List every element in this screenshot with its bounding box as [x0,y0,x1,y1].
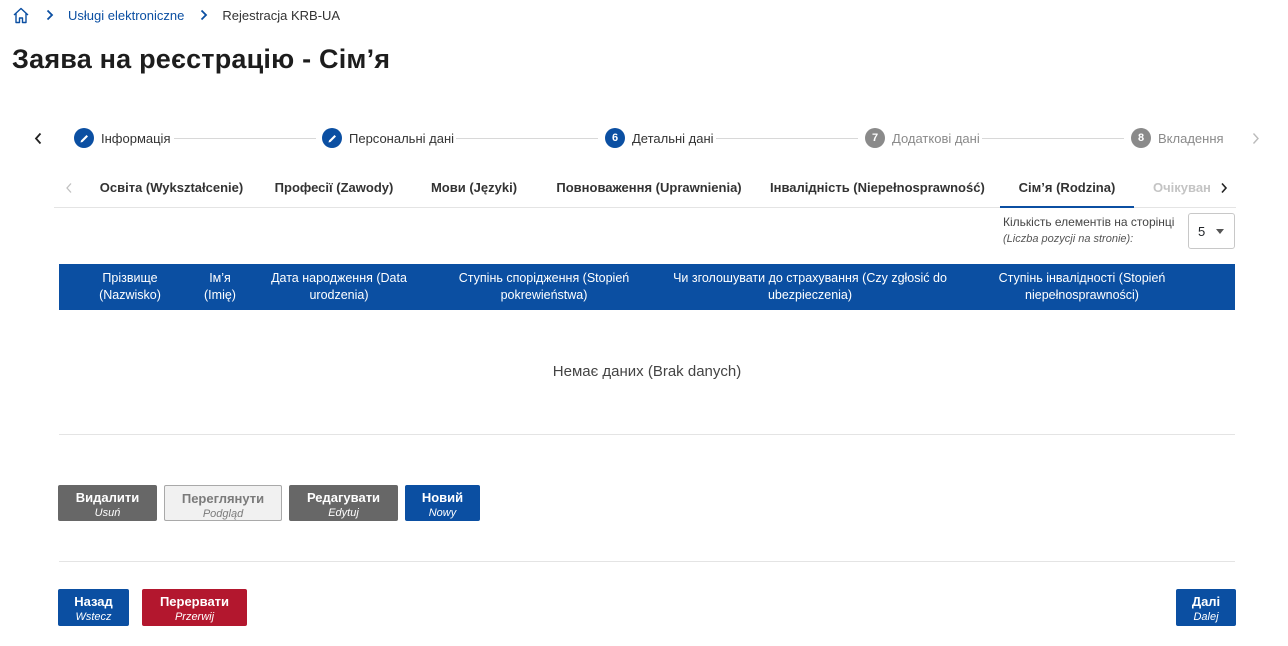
breadcrumb-current: Rejestracja KRB-UA [222,7,341,23]
items-per-page-label: Кількість елементів на сторінці (Liczba … [1003,214,1174,248]
step-label: Детальні дані [632,130,714,146]
column-header-text: ubezpieczenia) [767,288,853,302]
step-personal-data[interactable]: Персональні дані [322,128,454,148]
tab-family[interactable]: Сім’я (Rodzina) [1000,168,1134,208]
column-header-text: Ім’я [209,271,231,285]
breadcrumb: Usługi elektroniczne Rejestracja KRB-UA [12,5,340,25]
column-header-disability-degree[interactable]: Ступінь інвалідності (Stopień niepełnosp… [987,270,1177,304]
view-button-sublabel: Podgląd [202,508,244,520]
page-title: Заява на реєстрацію - Сім’я [12,44,391,74]
step-label: Інформація [101,130,171,146]
abort-button[interactable]: Перервати Przerwij [142,589,247,626]
column-header-text: Ступінь спорідження (Stopień [458,271,630,285]
column-header-text: Дата народження (Data [271,271,407,285]
view-button-label: Переглянути [181,491,265,506]
items-per-page-select[interactable]: 5 [1188,213,1235,249]
tab-languages[interactable]: Мови (Języki) [420,168,528,208]
divider [59,434,1235,435]
edit-button-label: Редагувати [306,490,381,505]
tabs-next-arrow-icon[interactable] [1214,178,1234,198]
column-header-kinship[interactable]: Ступінь спорідження (Stopień pokrewieńst… [449,270,639,304]
wizard-stepper: Інформація Персональні дані 6 Детальні д… [0,124,1288,152]
step-detailed-data[interactable]: 6 Детальні дані [605,128,714,148]
abort-button-label: Перервати [159,594,230,609]
back-button-sublabel: Wstecz [75,611,112,623]
stepper-next-arrow-icon[interactable] [1246,128,1266,148]
back-button-label: Назад [74,594,113,609]
tab-disability[interactable]: Інвалідність (Niepełnosprawność) [770,168,985,208]
column-header-text: (Nazwisko) [99,288,161,302]
divider [59,561,1235,562]
column-header-text: Прізвище [102,271,158,285]
caret-down-icon [1216,229,1224,234]
stepper-prev-arrow-icon[interactable] [28,128,48,148]
step-information[interactable]: Інформація [74,128,171,148]
step-number: 7 [865,128,885,148]
edit-button-sublabel: Edytuj [328,507,359,519]
column-header-text: pokrewieństwa) [500,288,588,302]
column-header-first-name[interactable]: Ім’я (Imię) [195,270,245,304]
items-per-page-value: 5 [1198,223,1206,239]
view-button[interactable]: Переглянути Podgląd [164,485,282,521]
column-header-text: (Imię) [204,288,236,302]
delete-button-sublabel: Usuń [94,507,121,519]
stepper-connector [174,138,316,139]
home-icon[interactable] [12,6,30,24]
items-per-page-label-pl: (Liczba pozycji na stronie): [1003,233,1134,245]
items-per-page-label-uk: Кількість елементів на сторінці [1003,215,1175,229]
stepper-connector [456,138,598,139]
edit-pencil-icon [74,128,94,148]
column-header-text: niepełnosprawności) [1025,288,1139,302]
edit-button[interactable]: Редагувати Edytuj [289,485,398,521]
family-table-header: Прізвище (Nazwisko) Ім’я (Imię) Дата нар… [59,264,1235,310]
column-header-surname[interactable]: Прізвище (Nazwisko) [87,270,173,304]
delete-button[interactable]: Видалити Usuń [58,485,157,521]
tab-education[interactable]: Освіта (Wykształcenie) [90,168,253,208]
step-attachments[interactable]: 8 Вкладення [1131,128,1224,148]
next-button[interactable]: Далі Dalej [1176,589,1236,626]
next-button-label: Далі [1191,594,1221,609]
step-additional-data[interactable]: 7 Додаткові дані [865,128,980,148]
abort-button-sublabel: Przerwij [174,611,215,623]
step-number: 8 [1131,128,1151,148]
stepper-connector [716,138,858,139]
new-button-label: Новий [421,490,464,505]
edit-pencil-icon [322,128,342,148]
step-number: 6 [605,128,625,148]
step-label: Персональні дані [349,130,455,146]
step-label: Вкладення [1158,130,1224,146]
tabs-prev-arrow-icon[interactable] [59,178,79,198]
column-header-birth-date[interactable]: Дата народження (Data urodzenia) [265,270,413,304]
next-button-sublabel: Dalej [1193,611,1219,623]
column-header-text: Чи зголошувати до страхування (Czy zgłos… [673,271,947,285]
breadcrumb-link-e-services[interactable]: Usługi elektroniczne [68,8,184,23]
delete-button-label: Видалити [75,490,140,505]
new-button[interactable]: Новий Nowy [405,485,480,521]
stepper-connector [982,138,1124,139]
back-button[interactable]: Назад Wstecz [58,589,129,626]
empty-table-message: Немає даних (Brak danych) [552,363,742,380]
column-header-text: urodzenia) [309,288,369,302]
tab-professions[interactable]: Професії (Zawody) [267,168,401,208]
column-header-insurance[interactable]: Чи зголошувати до страхування (Czy zgłos… [665,270,955,304]
tab-qualifications[interactable]: Повноваження (Uprawnienia) [552,168,746,208]
chevron-right-icon [198,8,210,22]
column-header-text: Ступінь інвалідності (Stopień [998,271,1166,285]
new-button-sublabel: Nowy [428,507,457,519]
section-tabs: Освіта (Wykształcenie) Професії (Zawody)… [54,168,1236,208]
step-label: Додаткові дані [892,130,980,146]
chevron-right-icon [44,8,56,22]
tab-expectations[interactable]: Очікуван [1153,168,1211,208]
